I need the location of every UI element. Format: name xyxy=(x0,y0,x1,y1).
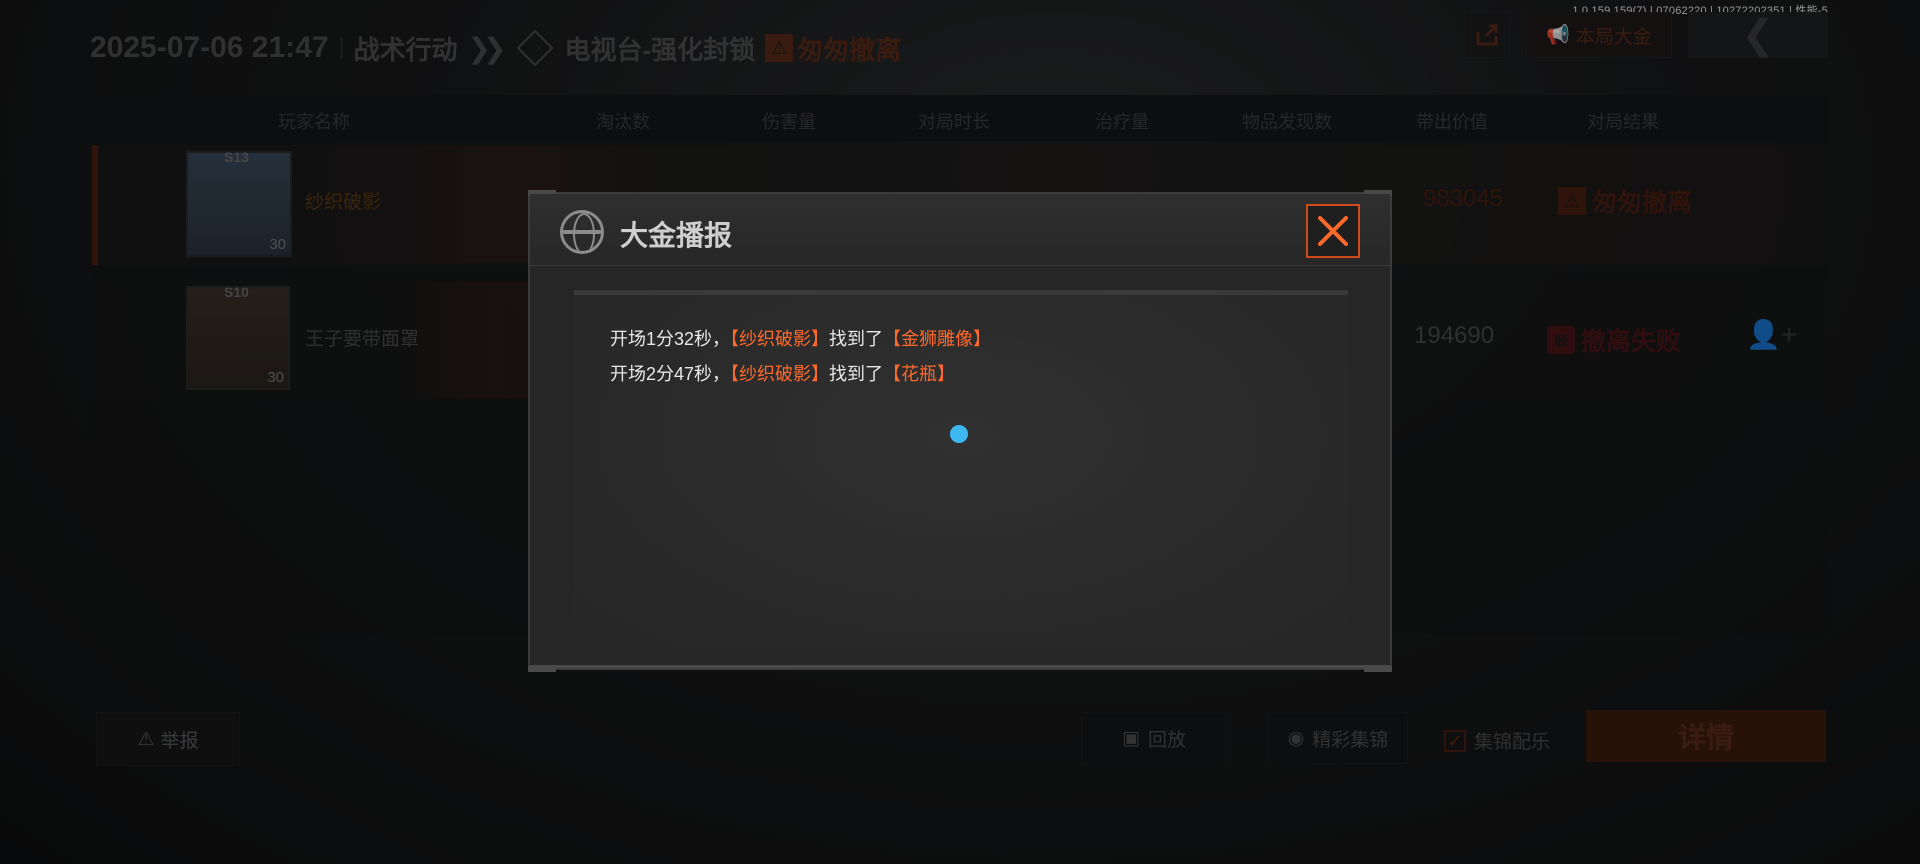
touch-indicator xyxy=(950,425,968,443)
message-time: 开场2分47秒， xyxy=(610,364,731,384)
message-item: 【金狮雕像】 xyxy=(883,329,992,349)
broadcast-message: 开场1分32秒，【纱织破影】找到了【金狮雕像】 xyxy=(610,325,991,351)
message-verb: 找到了 xyxy=(829,364,884,384)
message-verb: 找到了 xyxy=(829,329,884,349)
close-button[interactable] xyxy=(1306,204,1360,258)
dialog-body: 开场1分32秒，【纱织破影】找到了【金狮雕像】 开场2分47秒，【纱织破影】找到… xyxy=(574,290,1348,648)
dialog-bottom-border xyxy=(530,665,1390,668)
message-player: 【纱织破影】 xyxy=(730,329,830,349)
dialog-header: 大金播报 xyxy=(530,194,1390,266)
message-player: 【纱织破影】 xyxy=(730,364,830,384)
close-icon xyxy=(1318,216,1348,246)
gold-broadcast-dialog: 大金播报 开场1分32秒，【纱织破影】找到了【金狮雕像】 开场2分47秒，【纱织… xyxy=(528,190,1392,672)
globe-icon xyxy=(560,210,604,254)
dialog-title: 大金播报 xyxy=(620,220,733,251)
message-time: 开场1分32秒， xyxy=(610,329,731,349)
message-item: 【花瓶】 xyxy=(883,364,956,384)
broadcast-message: 开场2分47秒，【纱织破影】找到了【花瓶】 xyxy=(610,360,955,386)
